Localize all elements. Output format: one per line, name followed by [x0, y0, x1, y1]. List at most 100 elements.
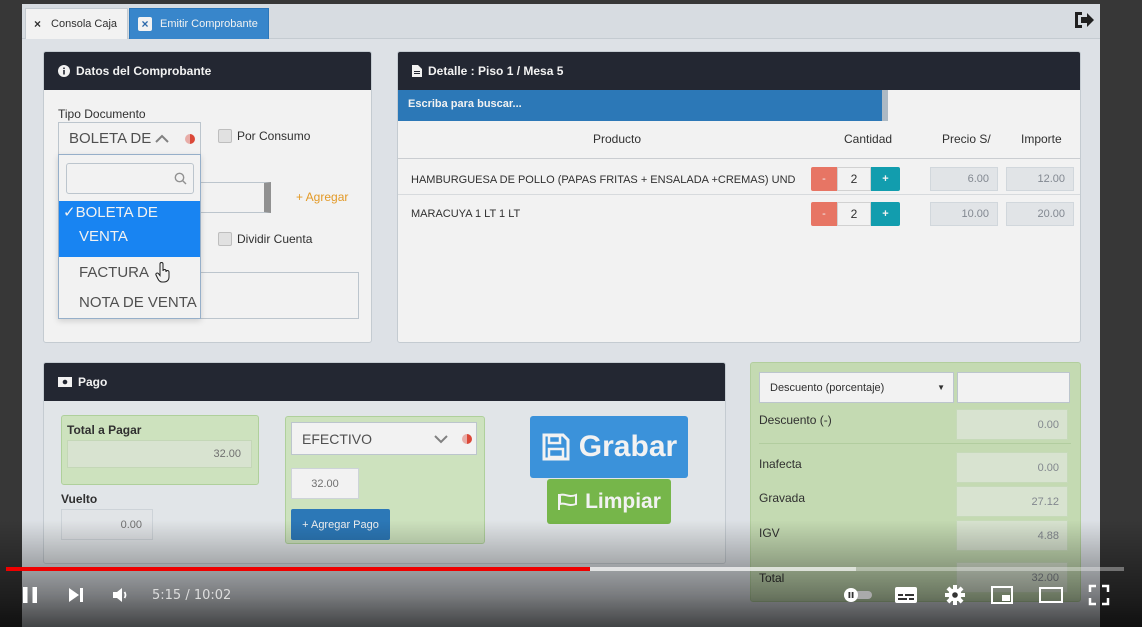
info-icon: [58, 65, 70, 77]
total-pagar-label: Total a Pagar: [67, 423, 142, 437]
next-button[interactable]: [63, 582, 89, 608]
save-icon: [542, 433, 570, 461]
quantity-stepper: - 2 +: [811, 202, 900, 226]
hand-cursor-icon: [155, 262, 170, 283]
inafecta-value: 0.00: [956, 452, 1068, 483]
option-nota-de-venta[interactable]: NOTA DE VENTA: [59, 294, 200, 311]
miniplayer-button[interactable]: [989, 582, 1015, 608]
money-icon: [58, 377, 72, 387]
fullscreen-button[interactable]: [1086, 582, 1112, 608]
gravada-value: 27.12: [956, 486, 1068, 517]
divider: [759, 443, 1071, 444]
gear-icon: [945, 585, 965, 605]
header-divider: [398, 158, 1080, 159]
tipo-documento-label: Tipo Documento: [58, 107, 146, 121]
row-divider: [398, 194, 1080, 195]
tab-bar: × Consola Caja × Emitir Comprobante: [22, 4, 1100, 39]
select-value: EFECTIVO: [302, 430, 373, 447]
agregar-cliente-link[interactable]: + Agregar: [296, 190, 348, 204]
pago-header: Pago: [44, 363, 725, 401]
product-search-input[interactable]: Escriba para buscar...: [398, 90, 882, 121]
dropdown-search-input[interactable]: [66, 163, 194, 194]
descuento-value: 0.00: [956, 409, 1068, 440]
skip-next-icon: [69, 588, 83, 602]
subtitles-button[interactable]: [893, 582, 919, 608]
pause-icon: [23, 587, 37, 603]
metodo-pago-select[interactable]: EFECTIVO: [291, 422, 477, 455]
limpiar-button[interactable]: Limpiar: [547, 479, 671, 524]
col-precio: Precio S/: [942, 132, 991, 146]
por-consumo-checkbox[interactable]: [218, 129, 232, 143]
option-boleta-de-venta[interactable]: ✓BOLETA DE VENTA: [59, 201, 200, 257]
search-icon: [174, 172, 187, 185]
quantity-value[interactable]: 2: [837, 167, 871, 191]
quantity-value[interactable]: 2: [837, 202, 871, 226]
increase-button[interactable]: +: [871, 202, 900, 226]
tipo-documento-select[interactable]: BOLETA DE: [58, 122, 201, 155]
flag-icon: [558, 493, 578, 510]
descuento-input[interactable]: [957, 372, 1070, 403]
precio-value: 6.00: [930, 167, 998, 191]
tipo-documento-dropdown: ✓BOLETA DE VENTA FACTURA NOTA DE VENTA: [58, 154, 201, 319]
igv-value: 4.88: [956, 520, 1068, 551]
metodo-pago-box: EFECTIVO 32.00 + Agregar Pago: [285, 416, 485, 544]
quantity-stepper: - 2 +: [811, 167, 900, 191]
option-label: NOTA DE VENTA: [79, 294, 197, 311]
autoplay-toggle[interactable]: [842, 582, 874, 608]
inafecta-label: Inafecta: [759, 457, 802, 471]
totales-panel: Descuento (porcentaje) ▼ Descuento (-) 0…: [750, 362, 1081, 602]
logout-icon[interactable]: [1072, 8, 1096, 32]
document-icon: [412, 65, 422, 77]
option-factura[interactable]: FACTURA: [59, 264, 200, 281]
agregar-pago-button[interactable]: + Agregar Pago: [291, 509, 390, 540]
close-icon[interactable]: ×: [34, 17, 41, 31]
dividir-cuenta-checkbox[interactable]: [218, 232, 232, 246]
decrease-button[interactable]: -: [811, 167, 837, 191]
datos-header: Datos del Comprobante: [44, 52, 371, 90]
video-time: 5:15 / 10:02: [152, 588, 232, 603]
volume-button[interactable]: [108, 582, 134, 608]
gravada-label: Gravada: [759, 491, 806, 505]
pago-panel: Pago Total a Pagar 32.00 Vuelto 0.00 EFE…: [43, 362, 726, 564]
theater-mode-icon: [1039, 587, 1063, 603]
button-label: Grabar: [578, 430, 678, 463]
volume-icon: [113, 588, 127, 602]
button-label: Limpiar: [585, 489, 661, 513]
igv-label: IGV: [759, 526, 780, 540]
tab-emitir-comprobante[interactable]: × Emitir Comprobante: [129, 8, 269, 39]
grabar-button[interactable]: Grabar: [530, 416, 688, 478]
importe-value: 12.00: [1006, 167, 1074, 191]
search-placeholder: Escriba para buscar...: [408, 98, 522, 110]
monto-input[interactable]: 32.00: [291, 468, 359, 499]
theater-mode-button[interactable]: [1037, 582, 1065, 608]
increase-button[interactable]: +: [871, 167, 900, 191]
caret-down-icon: ▼: [937, 383, 945, 392]
panel-title: Detalle : Piso 1 / Mesa 5: [428, 64, 564, 78]
video-progress-bar[interactable]: [6, 567, 1124, 571]
played-bar: [6, 567, 590, 571]
decrease-button[interactable]: -: [811, 202, 837, 226]
total-label: Total: [759, 571, 785, 585]
autoplay-toggle-icon: [844, 588, 872, 602]
close-icon[interactable]: ×: [138, 17, 152, 31]
miniplayer-icon: [991, 586, 1013, 604]
total-pagar-value: 32.00: [67, 440, 252, 468]
total-pagar-box: Total a Pagar 32.00: [61, 415, 259, 485]
validation-dot-icon: [462, 434, 472, 444]
datos-panel: Datos del Comprobante Tipo Documento BOL…: [43, 51, 372, 343]
search-bar-edge: [882, 90, 888, 121]
pause-button[interactable]: [17, 582, 43, 608]
col-importe: Importe: [1021, 132, 1062, 146]
importe-value: 20.00: [1006, 202, 1074, 226]
pos-app: × Consola Caja × Emitir Comprobante Dato…: [22, 4, 1100, 627]
descuento-tipo-select[interactable]: Descuento (porcentaje) ▼: [759, 372, 954, 403]
tab-label: Consola Caja: [51, 18, 118, 30]
option-label-line2: VENTA: [79, 228, 128, 245]
fullscreen-icon: [1088, 584, 1110, 606]
tab-label: Emitir Comprobante: [160, 18, 258, 30]
chevron-up-icon: [155, 134, 169, 143]
col-cantidad: Cantidad: [844, 132, 893, 146]
settings-button[interactable]: [942, 582, 968, 608]
panel-title: Pago: [78, 375, 108, 389]
tab-consola-caja[interactable]: × Consola Caja: [25, 8, 129, 39]
